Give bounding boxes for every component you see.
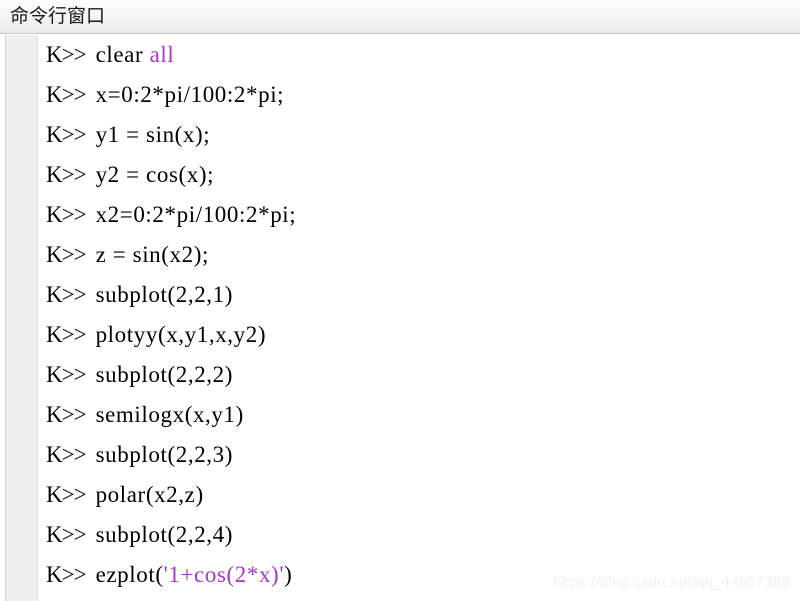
command-line[interactable]: K>> plotyy(x,y1,x,y2) [39,315,296,355]
command-prompt: K>> [46,242,87,267]
command-line[interactable]: K>> ezplot('1+cos(2*x)') [39,555,296,595]
command-text: subplot(2,2,1) [95,282,234,307]
window-title: 命令行窗口 [10,6,106,27]
command-prompt: K>> [46,282,87,307]
window-titlebar: 命令行窗口 [0,0,800,34]
command-text: polar(x2,z) [95,482,204,507]
command-line[interactable]: K>> subplot(2,2,3) [39,435,296,475]
command-line[interactable]: K>> clear all [39,35,296,75]
command-text: clear [95,42,150,67]
command-text: z = sin(x2); [95,242,209,267]
command-text: y2 = cos(x); [95,162,215,187]
command-line[interactable]: K>> polar(x2,z) [39,475,296,515]
command-line[interactable]: K>> z = sin(x2); [39,235,296,275]
command-line[interactable]: K>> x2=0:2*pi/100:2*pi; [39,195,296,235]
command-prompt: K>> [46,562,87,587]
command-text: subplot(2,2,2) [95,362,234,387]
command-text: plotyy(x,y1,x,y2) [95,322,267,347]
command-line[interactable]: K>> x=0:2*pi/100:2*pi; [39,75,296,115]
command-line[interactable]: K>> subplot(2,2,4) [39,515,296,555]
console-output-area[interactable]: K>> clear all K>> x=0:2*pi/100:2*pi; K>> y1 =… [39,35,800,601]
console-gutter [6,35,38,601]
command-prompt: K>> [46,82,87,107]
matlab-command-window: 命令行窗口 K>> clear all K>> x=0:2*pi/100:2*pi; K… [0,0,800,601]
command-prompt: K>> [46,202,87,227]
command-line[interactable]: K>> semilogx(x,y1) [39,395,296,435]
command-prompt: K>> [46,442,87,467]
command-line[interactable]: K>> subplot(2,2,1) [39,275,296,315]
command-string-literal: '1+cos(2*x)' [163,562,285,587]
command-prompt: K>> [46,402,87,427]
command-prompt: K>> [46,42,87,67]
command-line[interactable]: K>> y1 = sin(x); [39,115,296,155]
command-text: ) [284,562,293,587]
command-text: subplot(2,2,4) [95,522,234,547]
command-prompt: K>> [46,362,87,387]
command-text: ezplot( [95,562,164,587]
command-text: x2=0:2*pi/100:2*pi; [95,202,297,227]
command-text: y1 = sin(x); [95,122,211,147]
command-keyword: all [149,42,175,67]
command-history-list: K>> clear all K>> x=0:2*pi/100:2*pi; K>> y1 =… [39,35,296,595]
command-text: semilogx(x,y1) [95,402,244,427]
command-prompt: K>> [46,322,87,347]
command-prompt: K>> [46,482,87,507]
command-text: subplot(2,2,3) [95,442,234,467]
command-line[interactable]: K>> y2 = cos(x); [39,155,296,195]
command-line[interactable]: K>> subplot(2,2,2) [39,355,296,395]
command-prompt: K>> [46,122,87,147]
csdn-watermark: https://blog.csdn.net/qq_44957388 [553,574,790,591]
command-prompt: K>> [46,522,87,547]
command-text: x=0:2*pi/100:2*pi; [95,82,285,107]
command-prompt: K>> [46,162,87,187]
